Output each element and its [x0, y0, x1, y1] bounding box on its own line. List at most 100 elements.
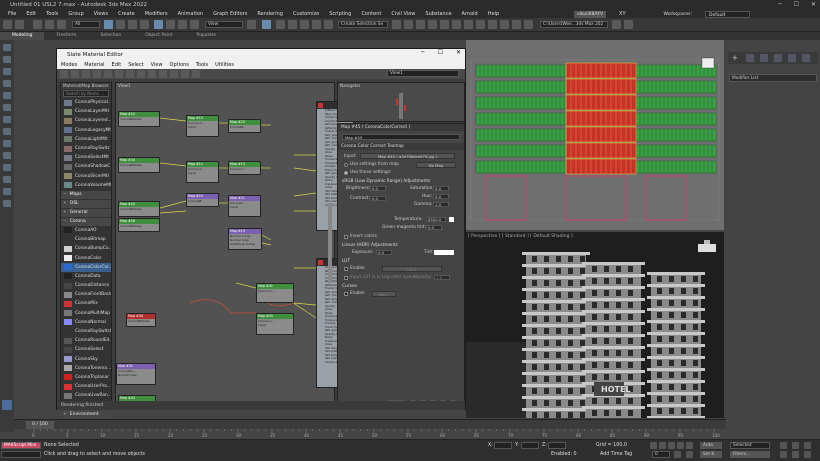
exposure-spinner[interactable]: 0.0 [376, 250, 392, 255]
folder-icon[interactable] [612, 20, 621, 29]
invert-checkbox[interactable] [344, 235, 348, 239]
sme-menu-modes[interactable]: Modes [61, 62, 77, 68]
browser-item[interactable]: CoronaBumpCo... [61, 244, 111, 253]
opacity-spinner[interactable]: 1.0 [434, 275, 450, 280]
material-node[interactable]: Map #40 CoronaBitmap [126, 313, 156, 327]
browser-item[interactable]: CoronaMultiMap [61, 309, 111, 318]
time-config-icon[interactable] [686, 451, 693, 458]
menu-customize[interactable]: Customize [293, 11, 319, 17]
browser-item[interactable]: CoronaLightMtl [61, 135, 111, 144]
sme-title-bar[interactable]: Slate Material Editor ─ ☐ ✕ [57, 49, 465, 60]
gamma-spinner[interactable]: 1.0 [433, 202, 449, 207]
hue-spinner[interactable]: 0.0 [433, 194, 449, 199]
menu-file[interactable]: File [8, 11, 16, 17]
prev-frame-icon[interactable] [659, 442, 666, 449]
motion-tab-icon[interactable] [774, 54, 782, 62]
utilities-tab-icon[interactable] [802, 54, 810, 62]
material-node[interactable]: Map #25 CoronaM... [228, 119, 261, 133]
material-node[interactable]: Map #13 Corona C... [228, 161, 261, 175]
parameter-editor-icon[interactable] [192, 70, 200, 78]
lut-log-checkbox[interactable] [344, 276, 348, 280]
tab-object-paint[interactable]: Object Paint [133, 32, 184, 40]
menu-content[interactable]: Content [361, 11, 381, 17]
workspace-dropdown[interactable]: Default [705, 10, 750, 18]
maxscript-input[interactable] [1, 451, 41, 458]
menu-create[interactable]: Create [118, 11, 135, 17]
node-view[interactable]: View1 Map #10 CoronaBitmap Map #15 Corona C… [115, 82, 354, 407]
render-setup-icon[interactable] [476, 20, 485, 29]
next-frame-icon[interactable] [677, 442, 684, 449]
contrast-spinner[interactable]: 0.0 [370, 196, 386, 201]
current-frame-field[interactable]: 0 [652, 451, 670, 458]
undo-icon[interactable] [3, 20, 12, 29]
rollout-title[interactable]: Corona Color Correct Texmap [338, 143, 464, 150]
close-button[interactable]: ✕ [811, 1, 816, 8]
tint-swatch[interactable] [434, 250, 454, 255]
menu-views[interactable]: Views [94, 11, 108, 17]
map-name-field[interactable]: Map #45 [342, 134, 460, 140]
auto-key-button[interactable]: Auto [700, 442, 722, 449]
perspective-viewport[interactable]: [ Perspective ] [ Standard ] [ Default S… [466, 232, 724, 426]
move-children-icon[interactable] [115, 70, 123, 78]
tool-icon[interactable] [3, 128, 11, 135]
category-environment[interactable]: + Environment [61, 410, 111, 419]
menu-substance[interactable]: Substance [425, 11, 451, 17]
viewport-layout-icon[interactable] [2, 400, 12, 410]
material-node[interactable]: Map #41 Corona C... [256, 283, 294, 303]
sme-menu-select[interactable]: Select [128, 62, 143, 68]
fov-icon[interactable] [780, 451, 787, 458]
browser-item[interactable]: CoronaDistance [61, 281, 111, 290]
delete-icon[interactable] [104, 70, 112, 78]
node-slot[interactable]: Input [229, 205, 260, 209]
no-map-button[interactable]: No Map [416, 162, 456, 168]
material-node[interactable]: Map #11 Corona C... Input [186, 161, 219, 183]
tool-icon[interactable] [3, 140, 11, 147]
orbit-icon[interactable] [780, 442, 787, 449]
browser-item[interactable]: CoronaSelect [61, 345, 111, 354]
pivot-center-icon[interactable] [247, 20, 256, 29]
named-selection-icon[interactable] [324, 20, 333, 29]
add-time-tag[interactable]: Add Time Tag [600, 452, 632, 457]
browser-item[interactable]: CoronaLegacyMt [61, 126, 111, 135]
align-icon[interactable] [404, 20, 413, 29]
node-slot[interactable]: Normal map [117, 373, 155, 377]
key-filter-dropdown[interactable]: Selected [730, 442, 770, 449]
sme-maximize-button[interactable]: ☐ [438, 49, 443, 56]
curve-editor-icon[interactable] [440, 20, 449, 29]
x-coordinate-field[interactable] [494, 442, 512, 449]
node-view-scrollbar[interactable] [328, 203, 332, 283]
sme-menu-utilities[interactable]: Utilities [215, 62, 234, 68]
browser-item[interactable]: CoronaVolumeMtl [61, 181, 111, 190]
browser-item[interactable]: CoronaSlicerMtl [61, 172, 111, 181]
show-map-icon[interactable] [137, 70, 145, 78]
modifier-list-dropdown[interactable]: Modifier List [729, 74, 817, 82]
bind-space-warp-icon[interactable] [57, 20, 66, 29]
node-slot[interactable]: Input [187, 171, 218, 175]
select-tool-icon[interactable] [60, 70, 68, 78]
brightness-spinner[interactable]: 0.0 [370, 186, 386, 191]
display-tab-icon[interactable] [788, 54, 796, 62]
node-slot[interactable]: Additional bump [229, 242, 261, 246]
browser-item[interactable]: CoronaBitmap [61, 235, 111, 244]
pick-material-icon[interactable] [71, 70, 79, 78]
browser-item[interactable]: CoronaRaySwitch [61, 327, 111, 336]
tool-icon[interactable] [3, 152, 11, 159]
category-corona[interactable]: − Corona [61, 217, 111, 226]
browser-item[interactable]: CoronaSelectMt [61, 153, 111, 162]
menu-graph-editors[interactable]: Graph Editors [213, 11, 247, 17]
sme-close-button[interactable]: ✕ [456, 49, 461, 56]
browser-search-input[interactable]: Search by Name ... [63, 90, 109, 97]
use-settings-radio[interactable] [344, 163, 348, 167]
goto-end-icon[interactable] [686, 442, 693, 449]
track-bar[interactable]: 0 5 10 15 20 25 30 35 40 45 50 55 60 65 70 75 80 85 90 95 10… [14, 429, 726, 439]
menu-group[interactable]: Group [68, 11, 83, 17]
y-coordinate-field[interactable] [521, 442, 539, 449]
sme-menu-view[interactable]: View [151, 62, 163, 68]
unlink-icon[interactable] [45, 20, 54, 29]
reference-coord-dropdown[interactable]: View [205, 21, 243, 28]
modify-tab-icon[interactable] [746, 54, 754, 62]
view-select-dropdown[interactable]: View1 [387, 70, 459, 77]
node-slot[interactable]: Input [187, 125, 218, 129]
rect-selection-icon[interactable] [128, 20, 137, 29]
assign-material-icon[interactable] [93, 70, 101, 78]
